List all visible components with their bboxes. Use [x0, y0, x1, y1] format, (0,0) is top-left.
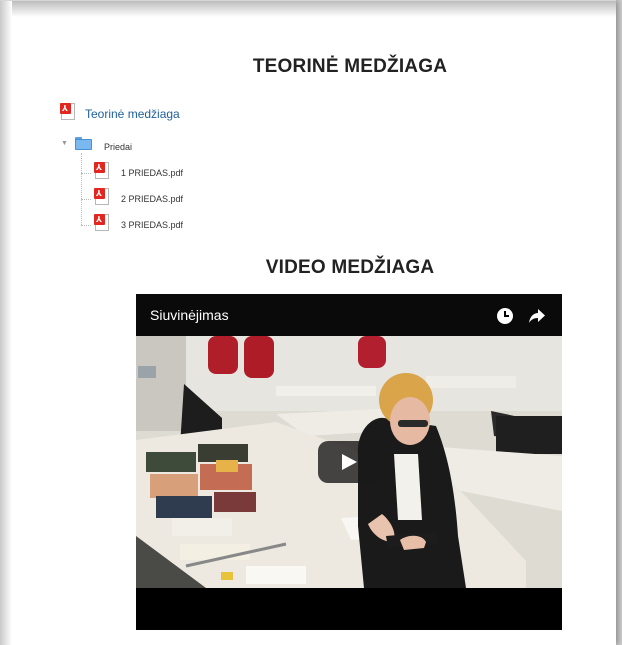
video-heading: VIDEO MEDŽIAGA [265, 257, 435, 278]
pdf-icon[interactable]: ⅄ [60, 103, 75, 120]
theory-heading: TEORINĖ MEDŽIAGA [252, 56, 448, 77]
video-player[interactable]: Siuvinėjimas [136, 294, 562, 630]
tree-expand-arrow-icon[interactable]: ▼ [61, 140, 68, 147]
content-frame: TEORINĖ MEDŽIAGA ⅄ Teorinė medžiaga ▼ Pr… [0, 0, 616, 645]
video-title[interactable]: Siuvinėjimas [150, 307, 229, 323]
play-button[interactable] [318, 441, 380, 483]
pdf-icon[interactable]: ⅄ [94, 214, 109, 231]
frame-shadow-top [0, 1, 616, 17]
tree-connector [81, 225, 91, 226]
folder-label-priedai[interactable]: Priedai [104, 142, 132, 152]
tree-connector [81, 173, 91, 174]
folder-icon[interactable] [75, 137, 92, 150]
video-title-bar: Siuvinėjimas [136, 294, 562, 336]
file-link-2-priedas[interactable]: 2 PRIEDAS.pdf [121, 194, 183, 204]
video-bottom-bar [136, 588, 562, 630]
tree-connector [81, 199, 91, 200]
play-icon [342, 454, 357, 470]
pdf-icon[interactable]: ⅄ [94, 188, 109, 205]
theory-material-link[interactable]: Teorinė medžiaga [85, 107, 180, 121]
tree-connector [81, 153, 82, 225]
file-link-3-priedas[interactable]: 3 PRIEDAS.pdf [121, 220, 183, 230]
pdf-icon[interactable]: ⅄ [94, 162, 109, 179]
frame-shadow-left [0, 1, 12, 645]
file-link-1-priedas[interactable]: 1 PRIEDAS.pdf [121, 168, 183, 178]
share-icon[interactable] [526, 306, 546, 326]
watch-later-clock-icon[interactable] [497, 308, 513, 324]
